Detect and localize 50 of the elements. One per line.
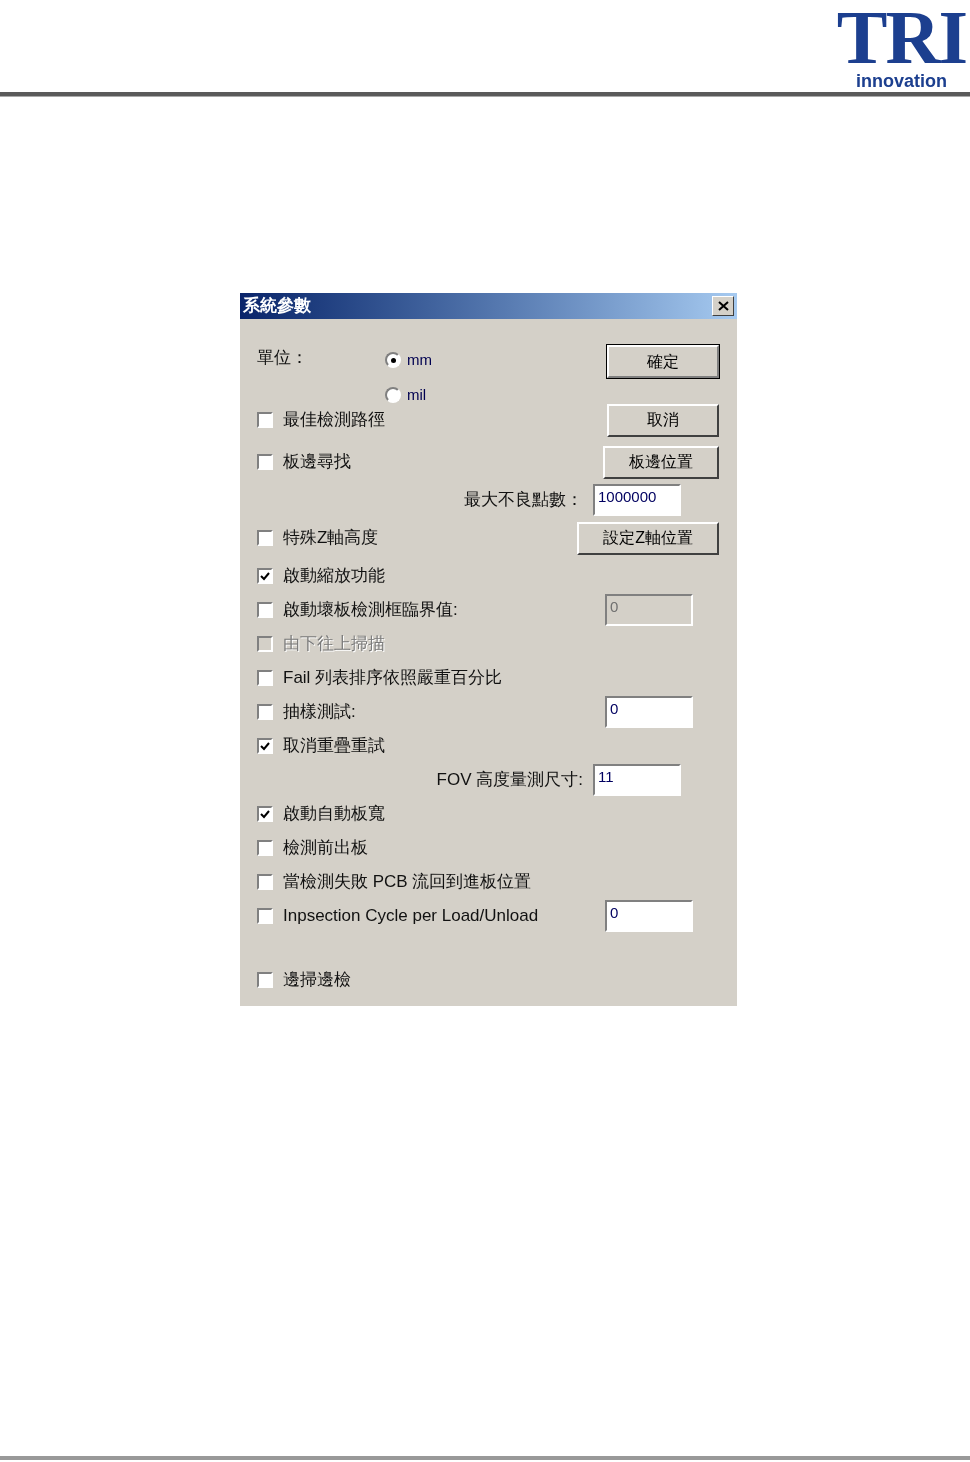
checkbox[interactable] — [257, 840, 273, 856]
checkbox-label: 啟動縮放功能 — [283, 565, 385, 588]
check-icon — [260, 741, 270, 751]
checkbox-label: 當檢測失敗 PCB 流回到進板位置 — [283, 871, 532, 894]
close-button[interactable] — [712, 296, 734, 316]
logo-mark: TRI — [836, 4, 966, 70]
checkbox-label: 特殊Z軸高度 — [283, 527, 379, 550]
text-field[interactable]: 0 — [605, 696, 693, 728]
checkbox-label: 由下往上掃描 — [283, 633, 385, 656]
checkbox-label: Fail 列表排序依照嚴重百分比 — [283, 667, 503, 690]
checkbox-label: 抽樣測試: — [283, 701, 356, 724]
text-field[interactable]: 1000000 — [593, 484, 681, 516]
checkbox-label: 板邊尋找 — [283, 451, 351, 474]
checkbox[interactable] — [257, 454, 273, 470]
field-label: FOV 高度量測尺寸: — [436, 769, 583, 792]
checkbox-label: 檢測前出板 — [283, 837, 368, 860]
text-field[interactable]: 0 — [605, 900, 693, 932]
units-label: 單位： — [257, 347, 309, 369]
logo-tagline: innovation — [855, 70, 947, 92]
checkbox[interactable] — [257, 806, 273, 822]
checkbox[interactable] — [257, 568, 273, 584]
close-icon — [717, 301, 729, 311]
checkbox-label: 取消重疊重試 — [283, 735, 385, 758]
checkbox-label: 啟動自動板寬 — [283, 803, 385, 826]
radio-label: mm — [407, 350, 432, 370]
radio-button[interactable] — [385, 386, 401, 403]
dialog-button[interactable]: 設定Z軸位置 — [577, 521, 719, 555]
check-icon — [260, 571, 270, 581]
checkbox[interactable] — [257, 670, 273, 686]
dialog-button[interactable]: 確定 — [607, 345, 719, 378]
checkbox-label: 最佳檢測路徑 — [283, 409, 385, 432]
checkbox[interactable] — [257, 704, 273, 720]
radio-label: mil — [407, 384, 427, 405]
dialog-button[interactable]: 取消 — [607, 403, 719, 437]
window-title: 系統參數 — [243, 295, 311, 318]
checkbox-label: 邊掃邊檢 — [283, 969, 351, 992]
checkbox[interactable] — [257, 530, 273, 546]
checkbox[interactable] — [257, 972, 273, 988]
checkbox[interactable] — [257, 908, 273, 924]
checkbox-label: 啟動壞板檢測框臨界值: — [283, 599, 458, 622]
field-label: 最大不良點數： — [464, 489, 583, 512]
checkbox[interactable] — [257, 602, 273, 618]
checkbox[interactable] — [257, 874, 273, 890]
radio-button[interactable] — [385, 352, 401, 369]
text-field[interactable]: 11 — [593, 764, 681, 796]
checkbox[interactable] — [257, 412, 273, 428]
dialog-button[interactable]: 板邊位置 — [603, 445, 719, 479]
check-icon — [260, 809, 270, 819]
checkbox[interactable] — [257, 738, 273, 754]
checkbox-label: Inpsection Cycle per Load/Unload — [283, 905, 539, 928]
